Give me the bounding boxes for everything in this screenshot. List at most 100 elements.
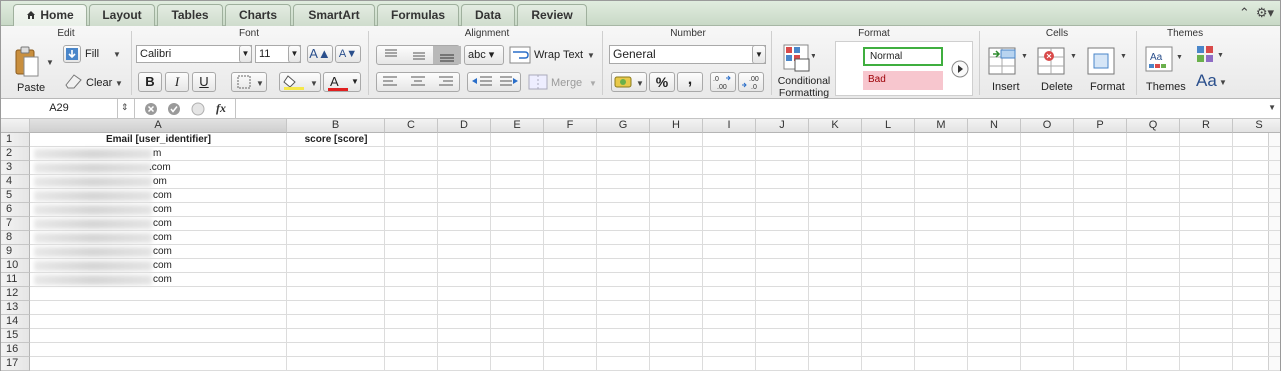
percent-button[interactable]: % [649, 72, 675, 92]
column-header-s[interactable]: S [1233, 119, 1280, 133]
column-header-j[interactable]: J [756, 119, 809, 133]
shrink-font-button[interactable]: A▼ [335, 45, 361, 63]
comma-style-button[interactable]: , [677, 72, 703, 92]
column-header-o[interactable]: O [1021, 119, 1074, 133]
theme-fonts-dropdown-arrow[interactable]: ▼ [1219, 78, 1227, 87]
collapse-ribbon-icon[interactable]: ⌃ [1239, 5, 1250, 20]
cell-a9[interactable]: com [153, 245, 172, 259]
row-header-3[interactable]: 3 [1, 161, 30, 175]
row-header-11[interactable]: 11 [1, 273, 30, 287]
style-bad[interactable]: Bad [863, 71, 943, 90]
gallery-expand-icon[interactable] [951, 60, 969, 78]
fill-label[interactable]: Fill [85, 48, 99, 60]
column-header-r[interactable]: R [1180, 119, 1233, 133]
indent-group[interactable] [467, 72, 521, 92]
column-header-q[interactable]: Q [1127, 119, 1180, 133]
column-header-a[interactable]: A [30, 119, 287, 133]
fill-dropdown-arrow[interactable]: ▼ [113, 50, 121, 59]
row-header-6[interactable]: 6 [1, 203, 30, 217]
themes-label[interactable]: Themes [1146, 81, 1186, 93]
row-header-4[interactable]: 4 [1, 175, 30, 189]
fill-icon[interactable] [63, 45, 81, 63]
bold-button[interactable]: B [138, 72, 162, 92]
font-name-dropdown[interactable]: ▼ [239, 45, 252, 63]
accounting-format-button[interactable]: ▼ [611, 72, 647, 92]
theme-colors-icon[interactable]: ▼ [1196, 45, 1224, 65]
name-box[interactable]: A29 [1, 99, 118, 118]
tab-tables[interactable]: Tables [157, 4, 223, 26]
column-header-m[interactable]: M [915, 119, 968, 133]
tab-smartart[interactable]: SmartArt [293, 4, 375, 26]
number-format-input[interactable]: General [609, 45, 766, 64]
underline-button[interactable]: U [192, 72, 216, 92]
theme-fonts-button[interactable]: Aa [1196, 71, 1217, 91]
row-header-9[interactable]: 9 [1, 245, 30, 259]
delete-label[interactable]: Delete [1041, 81, 1073, 93]
formula-input[interactable] [239, 101, 1259, 116]
spreadsheet-grid[interactable]: A B C D E F G H I J K L M N O P Q R S 1 2 3 4 5 6 7 8 9 10 11 12 13 14 15… [1, 119, 1280, 371]
row-header-16[interactable]: 16 [1, 343, 30, 357]
insert-cells-icon[interactable]: ▼ [987, 44, 1029, 78]
tab-charts[interactable]: Charts [225, 4, 291, 26]
row-header-5[interactable]: 5 [1, 189, 30, 203]
cell-a7[interactable]: com [153, 217, 172, 231]
cell-a5[interactable]: com [153, 189, 172, 203]
cell-a4[interactable]: om [153, 175, 167, 189]
row-header-1[interactable]: 1 [1, 133, 30, 147]
cell-a11[interactable]: com [153, 273, 172, 287]
merge-dropdown-arrow[interactable]: ▼ [589, 79, 597, 88]
row-header-14[interactable]: 14 [1, 315, 30, 329]
delete-cells-icon[interactable]: ▼ [1036, 44, 1078, 78]
insert-function-button[interactable]: fx [216, 101, 226, 116]
row-header-8[interactable]: 8 [1, 231, 30, 245]
eraser-icon[interactable] [63, 73, 83, 89]
font-name-input[interactable]: Calibri [136, 45, 252, 63]
font-color-button[interactable]: A ▼ [323, 72, 361, 92]
clear-label[interactable]: Clear [86, 77, 112, 89]
insert-label[interactable]: Insert [992, 81, 1020, 93]
cell-a2[interactable]: m [153, 147, 161, 161]
column-header-p[interactable]: P [1074, 119, 1127, 133]
vertical-scrollbar[interactable] [1268, 119, 1280, 371]
confirm-icon[interactable] [167, 102, 181, 116]
highlight-color-button[interactable]: ▼ [279, 72, 321, 92]
text-orientation-button[interactable]: abc ▾ [464, 45, 504, 65]
paste-dropdown-arrow[interactable]: ▼ [46, 58, 54, 67]
conditional-formatting-icon[interactable]: ▼ [783, 44, 815, 74]
column-header-e[interactable]: E [491, 119, 544, 133]
row-header-12[interactable]: 12 [1, 287, 30, 301]
themes-icon[interactable]: Aa ▼ [1144, 45, 1184, 75]
row-header-2[interactable]: 2 [1, 147, 30, 161]
format-cells-icon[interactable]: ▼ [1086, 44, 1128, 78]
italic-button[interactable]: I [165, 72, 189, 92]
row-header-7[interactable]: 7 [1, 217, 30, 231]
conditional-formatting-label[interactable]: Conditional Formatting [776, 75, 832, 99]
column-header-f[interactable]: F [544, 119, 597, 133]
borders-button[interactable]: ▼ [231, 72, 267, 92]
column-header-b[interactable]: B [287, 119, 385, 133]
row-header-13[interactable]: 13 [1, 301, 30, 315]
cell-a8[interactable]: com [153, 231, 172, 245]
grow-font-button[interactable]: A▲ [307, 45, 333, 63]
column-header-n[interactable]: N [968, 119, 1021, 133]
cell-a6[interactable]: com [153, 203, 172, 217]
column-header-d[interactable]: D [438, 119, 491, 133]
tab-data[interactable]: Data [461, 4, 515, 26]
cancel-icon[interactable] [144, 102, 158, 116]
column-header-c[interactable]: C [385, 119, 438, 133]
merge-label[interactable]: Merge [551, 77, 582, 89]
wrap-text-label[interactable]: Wrap Text [534, 49, 583, 61]
format-label[interactable]: Format [1090, 81, 1125, 93]
paste-clipboard-icon[interactable] [13, 46, 41, 78]
decrease-decimal-button[interactable]: .00.0 [738, 72, 764, 92]
formula-builder-icon[interactable] [191, 102, 205, 116]
clear-dropdown-arrow[interactable]: ▼ [115, 79, 123, 88]
number-format-dropdown[interactable]: ▼ [752, 45, 766, 64]
tab-formulas[interactable]: Formulas [377, 4, 459, 26]
increase-decimal-button[interactable]: .0.00 [710, 72, 736, 92]
expand-formula-bar-icon[interactable]: ▼ [1268, 103, 1276, 112]
select-all-corner[interactable] [1, 119, 30, 133]
paste-label[interactable]: Paste [17, 82, 45, 94]
cell-a10[interactable]: com [153, 259, 172, 273]
name-box-stepper-icon[interactable]: ⇕ [121, 102, 129, 113]
